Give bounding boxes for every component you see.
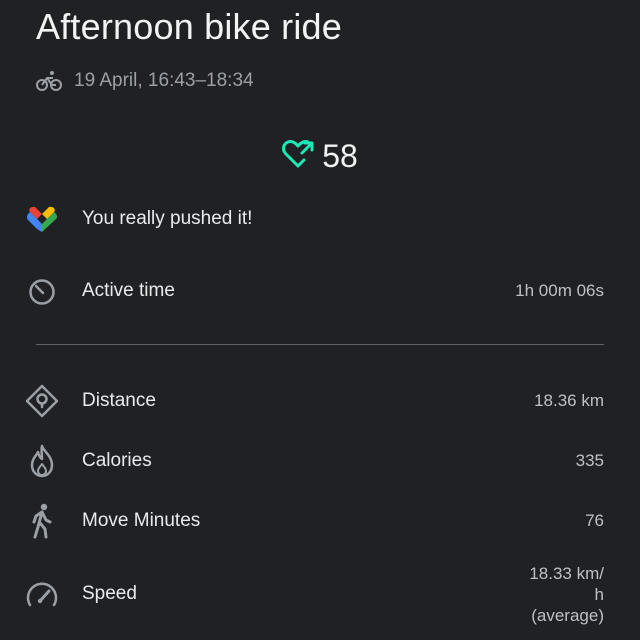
- page-title: Afternoon bike ride: [36, 6, 342, 47]
- stat-label: Calories: [82, 450, 152, 471]
- bicycle-icon: [36, 70, 62, 92]
- heart-points-value: 58: [322, 138, 358, 174]
- activity-detail-screen: Afternoon bike ride 19 April, 16:43–18:3…: [0, 0, 640, 640]
- summary-message: You really pushed it!: [82, 208, 253, 229]
- speedometer-icon: [24, 576, 60, 612]
- stat-row-speed[interactable]: Speed 18.33 km/ h (average): [0, 562, 640, 626]
- active-time-row[interactable]: Active time 1h 00m 06s: [0, 272, 640, 310]
- activity-subtitle: 19 April, 16:43–18:34: [36, 66, 254, 96]
- stat-row-move-minutes[interactable]: Move Minutes 76: [0, 502, 640, 540]
- google-fit-heart-icon: [24, 201, 60, 237]
- walking-person-icon: [24, 503, 60, 539]
- heart-points-icon: [282, 139, 316, 174]
- activity-date-time: 19 April, 16:43–18:34: [74, 70, 254, 91]
- section-divider: [36, 344, 604, 345]
- timer-icon: [24, 273, 60, 309]
- stat-value: 335: [575, 451, 604, 470]
- stat-row-distance[interactable]: Distance 18.36 km: [0, 382, 640, 420]
- stat-value: 18.36 km: [534, 391, 604, 410]
- location-diamond-icon: [24, 383, 60, 419]
- stat-label: Distance: [82, 390, 156, 411]
- stat-label: Move Minutes: [82, 510, 201, 531]
- flame-icon: [24, 443, 60, 479]
- speed-value-line-3: (average): [531, 605, 604, 625]
- stat-label: Speed: [82, 583, 137, 604]
- stat-value: 18.33 km/ h (average): [494, 563, 604, 626]
- active-time-label: Active time: [82, 280, 175, 301]
- speed-value-line-1: 18.33 km/: [529, 563, 604, 583]
- summary-row: You really pushed it!: [0, 200, 640, 238]
- speed-value-line-2: h: [594, 584, 604, 604]
- heart-points: 58: [0, 138, 640, 175]
- active-time-value: 1h 00m 06s: [515, 281, 604, 300]
- stat-value: 76: [585, 511, 604, 530]
- stat-row-calories[interactable]: Calories 335: [0, 442, 640, 480]
